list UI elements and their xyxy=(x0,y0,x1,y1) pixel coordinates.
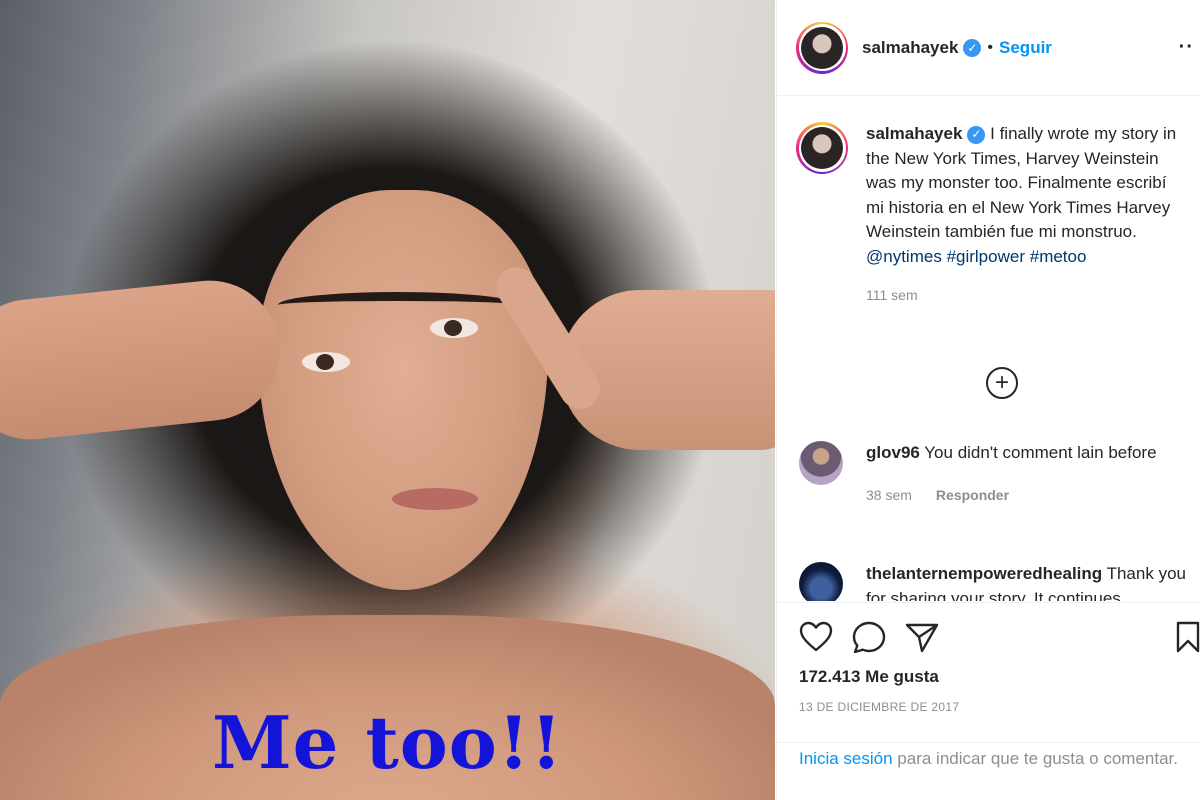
caption-author-avatar[interactable] xyxy=(796,122,848,174)
login-prompt: Inicia sesión para indicar que te gusta … xyxy=(777,742,1200,800)
photo-hand-right xyxy=(560,290,775,450)
photo-eye-left xyxy=(302,352,350,372)
photo-eyebrow xyxy=(278,292,518,318)
comment-username[interactable]: glov96 xyxy=(866,443,920,462)
reply-button[interactable]: Responder xyxy=(936,483,1009,508)
photo-eye-right xyxy=(430,318,478,338)
follow-button[interactable]: Seguir xyxy=(999,38,1052,58)
comment-item: thelanternempoweredhealing Thank you for… xyxy=(799,562,1199,601)
author-avatar-image xyxy=(801,26,843,69)
post-caption: salmahayek ✓ I finally wrote my story in … xyxy=(777,97,1200,308)
caption-username[interactable]: salmahayek xyxy=(866,124,962,143)
author-avatar[interactable] xyxy=(796,21,848,74)
caption-age[interactable]: 111 sem xyxy=(866,283,1181,308)
bookmark-icon[interactable] xyxy=(1175,621,1200,653)
more-options-icon[interactable]: ·· xyxy=(1179,36,1194,59)
post-actions: 172.413 Me gusta 13 DE DICIEMBRE DE 2017 xyxy=(777,602,1200,714)
photo-mouth xyxy=(392,488,478,510)
login-link[interactable]: Inicia sesión xyxy=(799,749,893,768)
post-header: salmahayek ✓ • Seguir ·· xyxy=(777,0,1200,96)
comment-username[interactable]: thelanternempoweredhealing xyxy=(866,564,1102,583)
comment-text: You didn't comment lain before xyxy=(924,443,1157,462)
mention-link[interactable]: @nytimes xyxy=(866,247,942,266)
comments-section[interactable]: salmahayek ✓ I finally wrote my story in … xyxy=(777,97,1200,601)
hashtag-metoo-link[interactable]: #metoo xyxy=(1030,247,1087,266)
comment-item: glov96 You didn't comment lain before 38… xyxy=(799,441,1199,507)
header-separator: • xyxy=(987,38,994,56)
hashtag-girlpower-link[interactable]: #girlpower xyxy=(947,247,1025,266)
login-prompt-text: para indicar que te gusta o comentar. xyxy=(897,749,1178,768)
post-photo[interactable]: Me too!! xyxy=(0,0,775,800)
meme-caption-text: Me too!! xyxy=(211,700,564,785)
likes-count[interactable]: 172.413 Me gusta xyxy=(799,667,939,687)
author-username[interactable]: salmahayek xyxy=(862,38,958,58)
caption-author-avatar-image xyxy=(801,127,843,169)
heart-icon[interactable] xyxy=(799,621,833,653)
verified-badge-icon: ✓ xyxy=(963,38,982,57)
comment-age[interactable]: 38 sem xyxy=(866,483,912,508)
share-icon[interactable] xyxy=(905,621,939,653)
comment-icon[interactable] xyxy=(852,621,886,653)
post-side-panel: salmahayek ✓ • Seguir ·· salmahayek ✓ I f… xyxy=(776,0,1200,800)
caption-verified-badge-icon: ✓ xyxy=(967,125,986,144)
caption-body: salmahayek ✓ I finally wrote my story in … xyxy=(866,122,1181,308)
comment-avatar[interactable] xyxy=(799,562,843,601)
post-date: 13 DE DICIEMBRE DE 2017 xyxy=(799,700,960,714)
plus-circle-icon[interactable]: + xyxy=(986,367,1018,399)
comment-avatar[interactable] xyxy=(799,441,843,485)
